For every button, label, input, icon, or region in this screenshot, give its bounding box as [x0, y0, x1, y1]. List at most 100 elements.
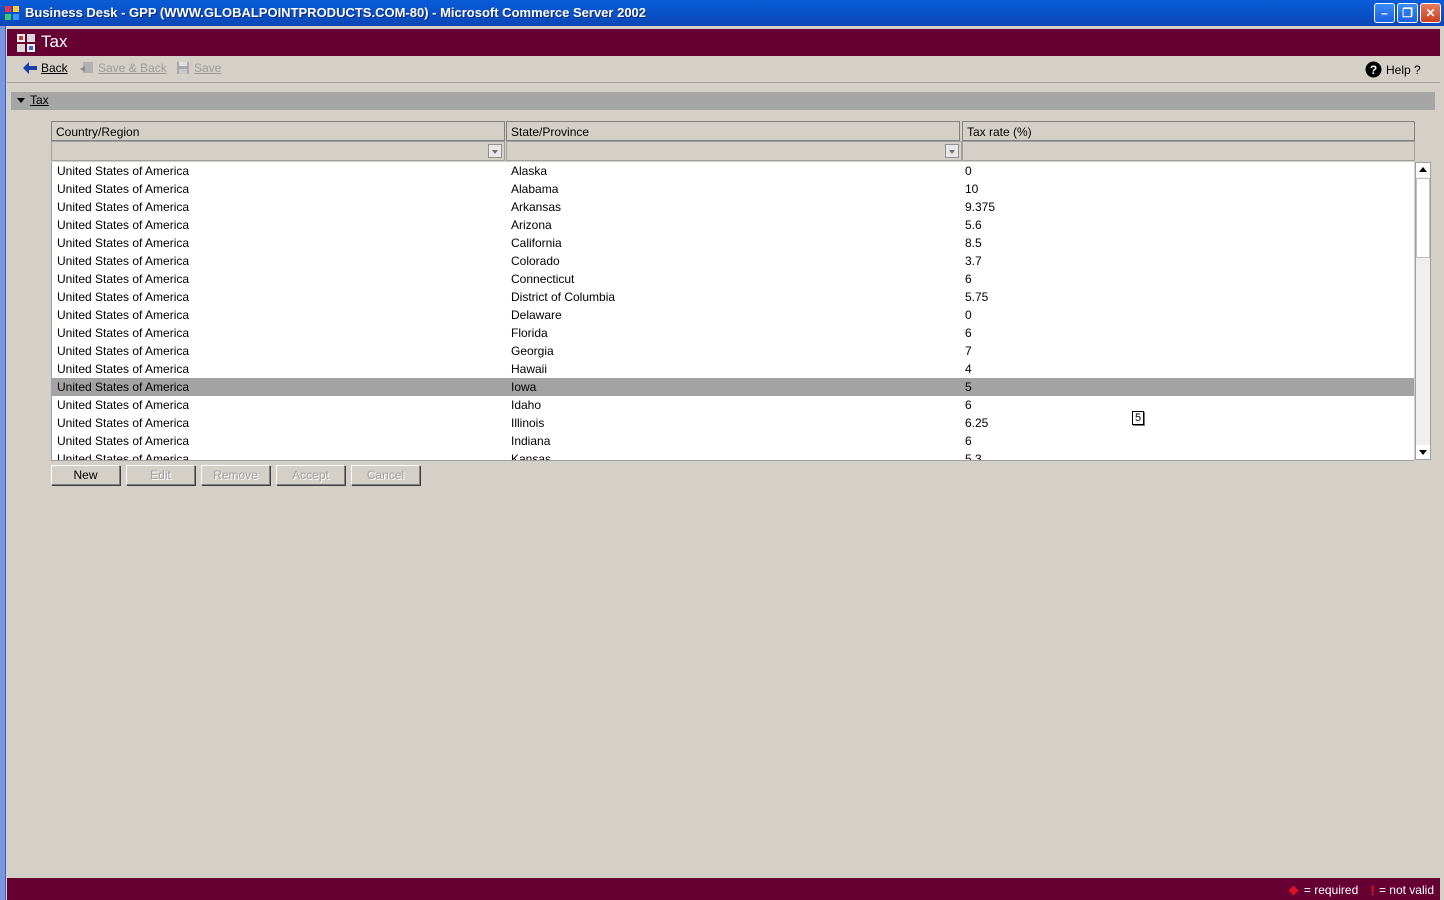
cell-state: Colorado: [511, 254, 560, 268]
cell-country: United States of America: [57, 344, 190, 358]
table-row[interactable]: United States of America Colorado 3.7: [52, 252, 1414, 270]
table-row[interactable]: United States of America Arizona 5.6: [52, 216, 1414, 234]
grid-rows: United States of America Alaska 0 United St…: [51, 162, 1414, 461]
cell-tax-rate: 0: [965, 164, 972, 178]
help-label: Help ?: [1386, 62, 1421, 77]
cell-tax-rate: 6.25: [965, 416, 989, 430]
back-button[interactable]: Back: [23, 61, 68, 75]
cell-tax-rate: 6: [965, 398, 972, 412]
table-row[interactable]: United States of America Delaware 0: [52, 306, 1414, 324]
cell-tax-rate: 3.7: [965, 254, 982, 268]
cell-country: United States of America: [57, 362, 190, 376]
cell-state: Connecticut: [511, 272, 575, 286]
cell-state: Indiana: [511, 434, 551, 448]
status-bar: = required ! = not valid: [7, 878, 1440, 900]
scroll-down-icon[interactable]: [1416, 445, 1430, 459]
save-label: Save: [194, 61, 222, 75]
table-row[interactable]: United States of America Hawaii 4: [52, 360, 1414, 378]
page-title: Tax: [41, 32, 68, 51]
window-titlebar[interactable]: Business Desk - GPP (WWW.GLOBALPOINTPROD…: [0, 0, 1444, 26]
cell-state: Iowa: [511, 380, 537, 394]
cell-country: United States of America: [57, 290, 190, 304]
cell-country: United States of America: [57, 308, 190, 322]
cell-tax-rate: 10: [965, 182, 979, 196]
back-arrow-icon: [23, 62, 37, 74]
state-filter[interactable]: [506, 141, 962, 161]
cancel-button[interactable]: Cancel: [351, 465, 420, 485]
window-left-border: [0, 26, 6, 900]
grid-vertical-scrollbar[interactable]: [1415, 162, 1431, 460]
minimize-icon: –: [1381, 6, 1388, 20]
save-and-back-button[interactable]: Save & Back: [80, 61, 167, 75]
cell-tax-rate: 8.5: [965, 236, 982, 250]
cell-tax-rate: 6: [965, 272, 972, 286]
cell-state: District of Columbia: [511, 290, 616, 304]
cell-tax-rate: 5.3: [965, 452, 982, 461]
cell-tax-rate: 5: [965, 380, 972, 394]
table-row[interactable]: United States of America Arkansas 9.375: [52, 198, 1414, 216]
remove-button[interactable]: Remove: [201, 465, 270, 485]
table-row[interactable]: United States of America Alabama 10: [52, 180, 1414, 198]
grid-column-headers: Country/Region State/Province Tax rate (…: [51, 121, 1415, 141]
module-icon: [17, 34, 35, 52]
table-row[interactable]: United States of America District of Colu…: [52, 288, 1414, 306]
tax-section-title: Tax: [30, 93, 49, 107]
country-filter[interactable]: [51, 141, 505, 161]
cell-country: United States of America: [57, 434, 190, 448]
table-row[interactable]: United States of America Connecticut 6: [52, 270, 1414, 288]
close-icon: ✕: [1425, 6, 1436, 20]
svg-text:?: ?: [1370, 63, 1377, 77]
column-header-tax-rate[interactable]: Tax rate (%): [962, 121, 1415, 141]
required-legend-text: = required: [1303, 883, 1359, 897]
table-row[interactable]: United States of America Florida 6: [52, 324, 1414, 342]
scroll-thumb[interactable]: [1416, 178, 1430, 258]
required-diamond-icon: [1288, 885, 1299, 895]
restore-button[interactable]: ❐: [1397, 3, 1418, 23]
save-button[interactable]: Save: [176, 61, 221, 75]
grid-filter-row: [51, 141, 1415, 161]
help-button[interactable]: ? Help ?: [1365, 61, 1421, 78]
tax-section-header[interactable]: Tax: [11, 92, 1435, 110]
edit-button[interactable]: Edit: [126, 465, 195, 485]
cell-tax-rate: 0: [965, 308, 972, 322]
accept-button[interactable]: Accept: [276, 465, 345, 485]
table-row[interactable]: United States of America Alaska 0: [52, 162, 1414, 180]
restore-icon: ❐: [1402, 6, 1413, 20]
new-button[interactable]: New: [51, 465, 120, 485]
close-button[interactable]: ✕: [1420, 3, 1441, 23]
save-back-icon: [80, 62, 93, 73]
cell-country: United States of America: [57, 200, 190, 214]
table-row[interactable]: United States of America Iowa 5: [52, 378, 1414, 396]
page-header: Tax: [7, 29, 1440, 56]
dropdown-arrow-icon[interactable]: [488, 144, 502, 158]
column-header-country[interactable]: Country/Region: [51, 121, 505, 141]
cell-tax-rate: 7: [965, 344, 972, 358]
cell-country: United States of America: [57, 398, 190, 412]
dropdown-arrow-icon[interactable]: [945, 144, 959, 158]
table-row[interactable]: United States of America Idaho 6: [52, 396, 1414, 414]
cell-country: United States of America: [57, 218, 190, 232]
table-row[interactable]: United States of America California 8.5: [52, 234, 1414, 252]
table-row[interactable]: United States of America Georgia 7: [52, 342, 1414, 360]
minimize-button[interactable]: –: [1374, 3, 1395, 23]
cell-country: United States of America: [57, 236, 190, 250]
table-row[interactable]: United States of America Indiana 6: [52, 432, 1414, 450]
cell-country: United States of America: [57, 452, 190, 461]
cell-state: Alabama: [511, 182, 559, 196]
column-header-state[interactable]: State/Province: [506, 121, 960, 141]
cell-tax-rate: 6: [965, 434, 972, 448]
cell-state: Arkansas: [511, 200, 562, 214]
cell-country: United States of America: [57, 254, 190, 268]
save-and-back-label: Save & Back: [98, 61, 167, 75]
scroll-up-icon[interactable]: [1416, 163, 1430, 177]
back-label: Back: [41, 61, 68, 75]
tax-rate-filter[interactable]: [962, 141, 1415, 161]
cell-state: Florida: [511, 326, 548, 340]
cell-country: United States of America: [57, 164, 190, 178]
table-row[interactable]: United States of America Illinois 6.25: [52, 414, 1414, 432]
help-icon: ?: [1365, 61, 1382, 78]
cell-state: Delaware: [511, 308, 562, 322]
cell-country: United States of America: [57, 272, 190, 286]
floppy-disk-icon: [177, 62, 189, 74]
table-row[interactable]: United States of America Kansas 5.3: [52, 450, 1414, 461]
